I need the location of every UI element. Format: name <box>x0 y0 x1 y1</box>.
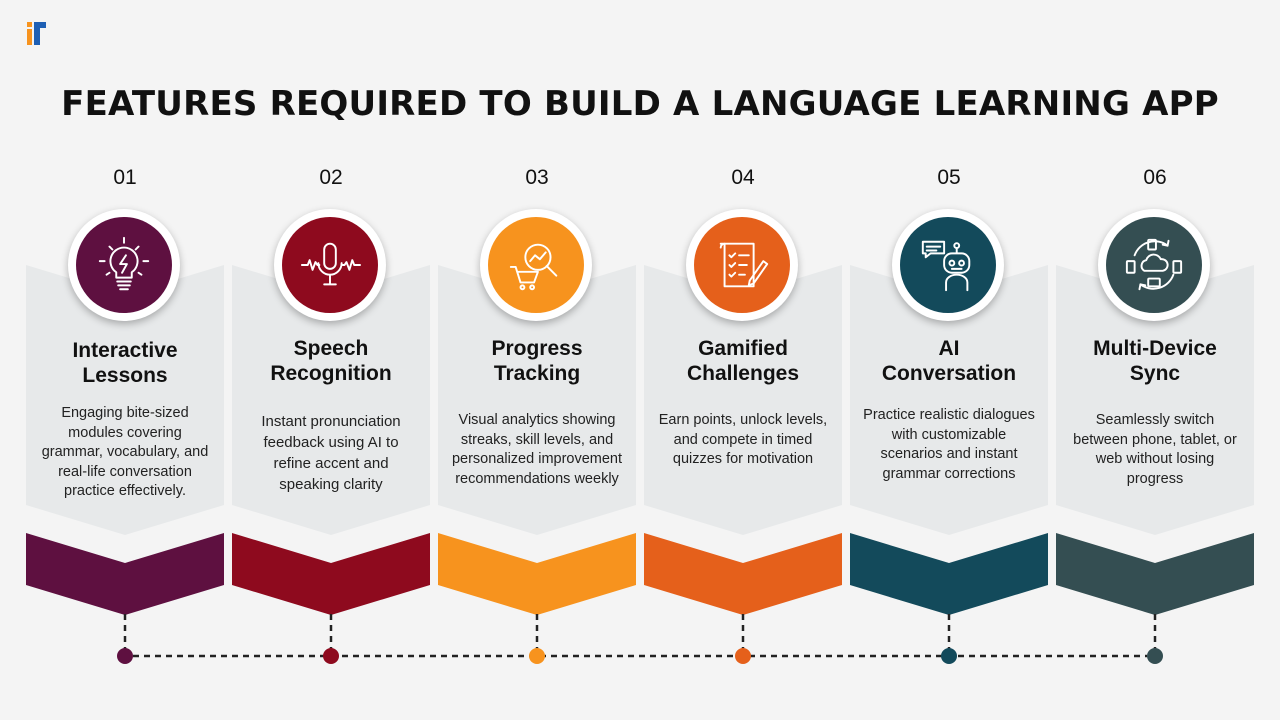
timeline-dot <box>1147 648 1163 664</box>
timeline <box>117 614 1163 664</box>
timeline-dot <box>323 648 339 664</box>
timeline-dot <box>117 648 133 664</box>
timeline-dot <box>941 648 957 664</box>
timeline-dot <box>529 648 545 664</box>
timeline-dot <box>735 648 751 664</box>
